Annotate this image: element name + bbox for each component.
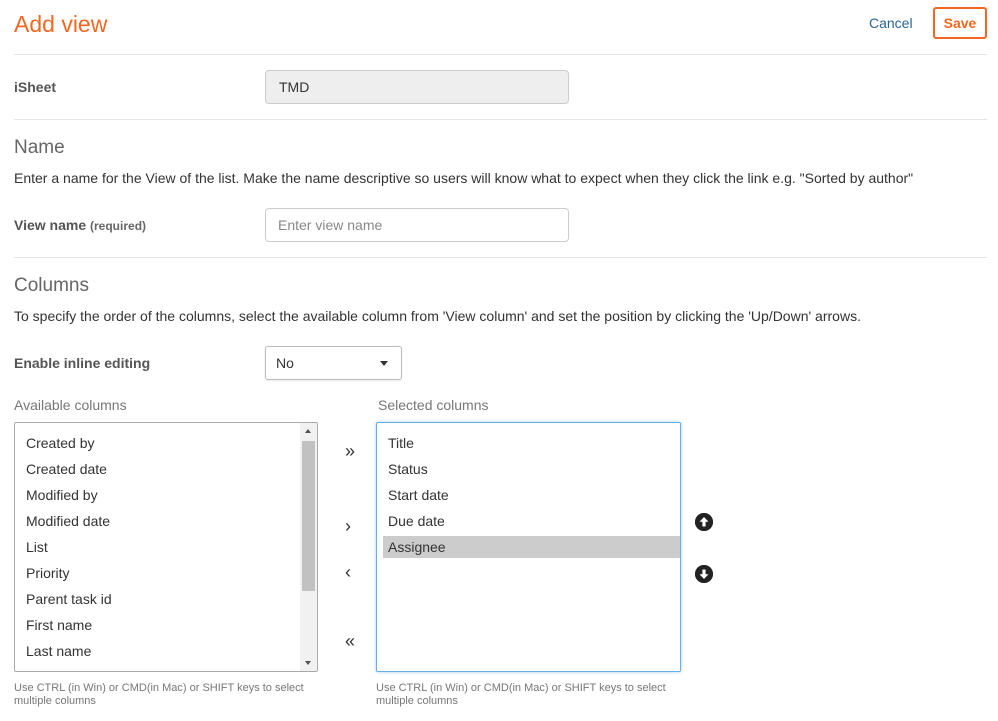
selected-columns-title: Selected columns [378,397,489,413]
move-up-button[interactable] [695,513,713,531]
list-item-selected[interactable]: Assignee [383,536,680,558]
save-button[interactable]: Save [933,7,987,39]
move-all-left-button[interactable]: « [338,630,362,654]
available-columns-title: Available columns [14,397,127,413]
list-item[interactable]: Status [388,458,428,480]
divider [14,119,987,120]
inline-editing-label: Enable inline editing [14,355,151,371]
view-name-label: View name (required) [14,217,146,233]
available-columns-hint: Use CTRL (in Win) or CMD(in Mac) or SHIF… [14,682,304,707]
list-item[interactable]: Created date [26,458,107,480]
arrow-circle-up-icon [695,513,713,531]
columns-section-heading: Columns [14,275,89,296]
list-item[interactable]: Created by [26,432,94,454]
move-left-button[interactable]: ‹ [336,561,360,585]
list-item[interactable]: Last name [26,640,91,662]
move-right-button[interactable]: › [336,515,360,539]
inline-editing-select[interactable]: No [265,346,402,380]
inline-editing-value: No [276,355,294,371]
divider [14,54,987,55]
view-name-input[interactable] [265,208,569,242]
move-all-right-button[interactable]: » [338,440,362,464]
isheet-field: TMD [265,70,569,104]
list-item[interactable]: Parent task id [26,588,112,610]
list-item[interactable]: Start date [388,484,449,506]
page-title: Add view [14,11,108,37]
scroll-up-arrow-icon[interactable] [305,429,311,433]
name-section-description: Enter a name for the View of the list. M… [14,170,914,186]
scroll-thumb[interactable] [302,441,315,591]
list-item[interactable]: Title [388,432,414,454]
list-item[interactable]: Priority [26,562,70,584]
columns-section-description: To specify the order of the columns, sel… [14,308,861,324]
name-section-heading: Name [14,137,65,158]
view-name-label-text: View name [14,217,87,233]
list-item[interactable]: Modified by [26,484,98,506]
cancel-button[interactable]: Cancel [858,14,924,32]
selected-columns-list[interactable]: Title Status Start date Due date Assigne… [376,422,681,672]
caret-down-icon [380,361,388,366]
move-down-button[interactable] [695,565,713,583]
required-label: (required) [90,219,147,233]
selected-columns-hint: Use CTRL (in Win) or CMD(in Mac) or SHIF… [376,682,666,707]
scrollbar[interactable] [300,423,317,671]
arrow-circle-down-icon [695,565,713,583]
list-item[interactable]: First name [26,614,92,636]
list-item[interactable]: Due date [388,510,445,532]
list-item[interactable]: List [26,536,48,558]
available-columns-list[interactable]: Created by Created date Modified by Modi… [14,422,318,672]
scroll-down-arrow-icon[interactable] [305,661,311,665]
isheet-label: iSheet [14,79,57,95]
list-item[interactable]: Modified date [26,510,110,532]
divider [14,257,987,258]
